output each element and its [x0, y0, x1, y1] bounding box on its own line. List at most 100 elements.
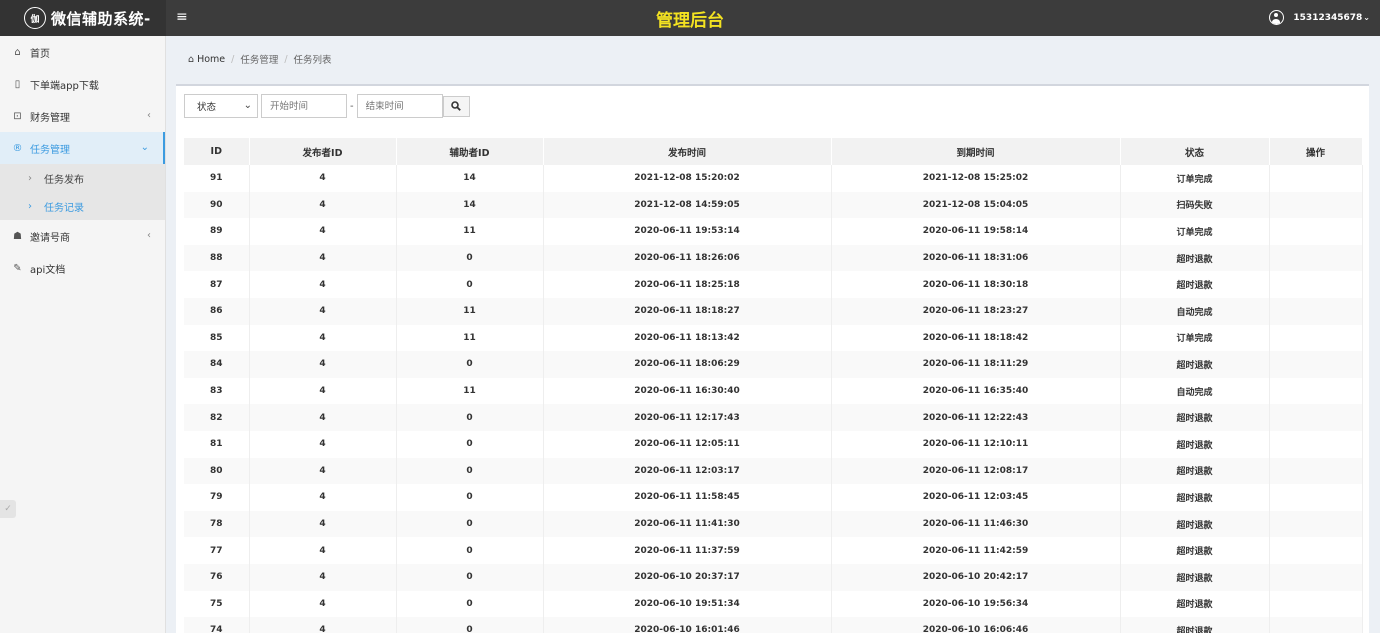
cell-publisher-id: 4 — [249, 484, 397, 511]
sidebar-item-label: 首页 — [30, 48, 50, 60]
search-icon — [451, 101, 461, 111]
cell-id: 76 — [184, 563, 250, 591]
sidebar: ⌂ 首页 ▯ 下单端app下载 ⊡ 财务管理 ‹ ® 任务管理 ⌄ › 任务发布… — [0, 36, 166, 633]
cell-publisher-id: 4 — [249, 377, 397, 405]
table-row[interactable]: 80 4 0 2020-06-11 12:03:17 2020-06-11 12:08:… — [184, 457, 1363, 485]
date-range-dash: - — [350, 100, 354, 112]
cell-publish-time: 2020-06-11 11:37:59 — [543, 537, 832, 564]
start-time-input[interactable] — [261, 94, 347, 118]
table-row[interactable]: 84 4 0 2020-06-11 18:06:29 2020-06-11 18:11:… — [184, 351, 1363, 378]
cell-helper-id: 11 — [396, 218, 544, 245]
breadcrumb-task-management[interactable]: 任务管理 — [240, 52, 278, 66]
chevron-right-icon: › — [28, 200, 32, 212]
registered-icon: ® — [12, 142, 23, 154]
breadcrumb-task-list: 任务列表 — [293, 55, 332, 66]
chevron-left-icon: ‹ — [147, 110, 151, 121]
column-header-id[interactable]: ID — [184, 138, 250, 165]
cell-expire-time: 2020-06-11 12:03:45 — [831, 484, 1121, 511]
status-select[interactable]: 状态 ⌄ — [184, 94, 258, 118]
sidebar-item-app-download[interactable]: ▯ 下单端app下载 — [0, 68, 165, 100]
cell-expire-time: 2020-06-11 19:58:14 — [831, 218, 1121, 245]
cell-publish-time: 2020-06-11 18:26:06 — [543, 244, 832, 272]
sidebar-item-task-management[interactable]: ® 任务管理 ⌄ — [0, 132, 165, 164]
cell-id: 89 — [184, 218, 250, 245]
cell-id: 88 — [184, 244, 250, 272]
cell-actions — [1269, 510, 1363, 538]
table-row[interactable]: 91 4 14 2021-12-08 15:20:02 2021-12-08 15:25… — [184, 165, 1363, 192]
table-row[interactable]: 77 4 0 2020-06-11 11:37:59 2020-06-11 11:42:… — [184, 537, 1363, 564]
cell-publish-time: 2021-12-08 15:20:02 — [543, 165, 832, 192]
sidebar-subitem-task-records[interactable]: › 任务记录 — [0, 192, 165, 220]
cell-status: 超时退款 — [1120, 404, 1270, 431]
table-row[interactable]: 83 4 11 2020-06-11 16:30:40 2020-06-11 16:35… — [184, 377, 1363, 405]
cell-actions — [1269, 271, 1363, 298]
cell-actions — [1269, 244, 1363, 272]
column-header-helper-id[interactable]: 辅助者ID — [396, 138, 544, 165]
table-row[interactable]: 82 4 0 2020-06-11 12:17:43 2020-06-11 12:22:… — [184, 404, 1363, 431]
cell-publish-time: 2020-06-11 11:58:45 — [543, 484, 832, 511]
table-row[interactable]: 79 4 0 2020-06-11 11:58:45 2020-06-11 12:03:… — [184, 484, 1363, 511]
cell-id: 85 — [184, 324, 250, 352]
cell-actions — [1269, 324, 1363, 352]
cell-publish-time: 2020-06-11 19:53:14 — [543, 218, 832, 245]
cell-helper-id: 0 — [396, 457, 544, 485]
sidebar-item-finance[interactable]: ⊡ 财务管理 ‹ — [0, 100, 165, 132]
sidebar-subitem-task-publish[interactable]: › 任务发布 — [0, 164, 165, 192]
table-row[interactable]: 74 4 0 2020-06-10 16:01:46 2020-06-10 16:06:… — [184, 617, 1363, 633]
breadcrumb-home[interactable]: ⌂ Home — [188, 54, 225, 65]
cell-status: 超时退款 — [1120, 457, 1270, 485]
table-row[interactable]: 90 4 14 2021-12-08 14:59:05 2021-12-08 15:04… — [184, 191, 1363, 219]
sidebar-item-home[interactable]: ⌂ 首页 — [0, 36, 165, 68]
cell-id: 83 — [184, 377, 250, 405]
cell-id: 86 — [184, 297, 250, 325]
cell-expire-time: 2020-06-11 16:35:40 — [831, 377, 1121, 405]
cell-actions — [1269, 563, 1363, 591]
search-button[interactable] — [442, 95, 470, 117]
cell-publish-time: 2020-06-11 18:25:18 — [543, 271, 832, 298]
sidebar-subitem-label: 任务发布 — [44, 174, 84, 186]
table-row[interactable]: 86 4 11 2020-06-11 18:18:27 2020-06-11 18:23… — [184, 297, 1363, 325]
cell-actions — [1269, 165, 1363, 192]
column-header-publish-time[interactable]: 发布时间 — [543, 138, 832, 165]
task-table: ID 发布者ID 辅助者ID 发布时间 到期时间 状态 操作 91 4 14 2021… — [184, 138, 1363, 633]
sidebar-item-invite[interactable]: ☗ 邀请号商 ‹ — [0, 220, 165, 252]
table-row[interactable]: 81 4 0 2020-06-11 12:05:11 2020-06-11 12:10:… — [184, 430, 1363, 458]
cell-expire-time: 2021-12-08 15:25:02 — [831, 165, 1121, 192]
sidebar-item-api-docs[interactable]: ✎ api文档 — [0, 252, 165, 284]
cell-actions — [1269, 484, 1363, 511]
cell-id: 79 — [184, 484, 250, 511]
logo[interactable]: 伽 微信辅助系统- — [0, 0, 166, 36]
cell-expire-time: 2020-06-11 12:10:11 — [831, 430, 1121, 458]
table-row[interactable]: 78 4 0 2020-06-11 11:41:30 2020-06-11 11:46:… — [184, 510, 1363, 538]
cell-helper-id: 0 — [396, 271, 544, 298]
end-time-input[interactable] — [356, 94, 443, 118]
cell-id: 82 — [184, 404, 250, 431]
column-header-publisher-id[interactable]: 发布者ID — [249, 138, 397, 165]
table-row[interactable]: 85 4 11 2020-06-11 18:13:42 2020-06-11 18:18… — [184, 324, 1363, 352]
cell-publisher-id: 4 — [249, 590, 397, 618]
cell-publish-time: 2020-06-11 12:17:43 — [543, 404, 832, 431]
cell-actions — [1269, 218, 1363, 245]
cell-expire-time: 2020-06-10 16:06:46 — [831, 617, 1121, 633]
table-row[interactable]: 89 4 11 2020-06-11 19:53:14 2020-06-11 19:58… — [184, 218, 1363, 245]
table-header-row: ID 发布者ID 辅助者ID 发布时间 到期时间 状态 操作 — [184, 138, 1363, 165]
column-header-status[interactable]: 状态 — [1120, 138, 1270, 165]
menu-toggle-icon[interactable]: ≡ — [176, 9, 188, 25]
cell-actions — [1269, 590, 1363, 618]
cell-publish-time: 2020-06-11 12:05:11 — [543, 430, 832, 458]
cell-publisher-id: 4 — [249, 457, 397, 485]
user-menu[interactable]: 15312345678 ⌄ — [1269, 10, 1370, 25]
sidebar-collapse-handle[interactable]: ✓ — [0, 500, 16, 518]
table-row[interactable]: 75 4 0 2020-06-10 19:51:34 2020-06-10 19:56:… — [184, 590, 1363, 618]
cell-publisher-id: 4 — [249, 297, 397, 325]
cell-publisher-id: 4 — [249, 165, 397, 192]
cell-publisher-id: 4 — [249, 537, 397, 564]
cell-publisher-id: 4 — [249, 218, 397, 245]
cell-publish-time: 2020-06-11 11:41:30 — [543, 510, 832, 538]
table-row[interactable]: 76 4 0 2020-06-10 20:37:17 2020-06-10 20:42:… — [184, 563, 1363, 591]
table-row[interactable]: 88 4 0 2020-06-11 18:26:06 2020-06-11 18:31:… — [184, 244, 1363, 272]
column-header-expire-time[interactable]: 到期时间 — [831, 138, 1121, 165]
table-row[interactable]: 87 4 0 2020-06-11 18:25:18 2020-06-11 18:30:… — [184, 271, 1363, 298]
cell-expire-time: 2020-06-11 12:22:43 — [831, 404, 1121, 431]
chevron-right-icon: › — [28, 172, 32, 184]
